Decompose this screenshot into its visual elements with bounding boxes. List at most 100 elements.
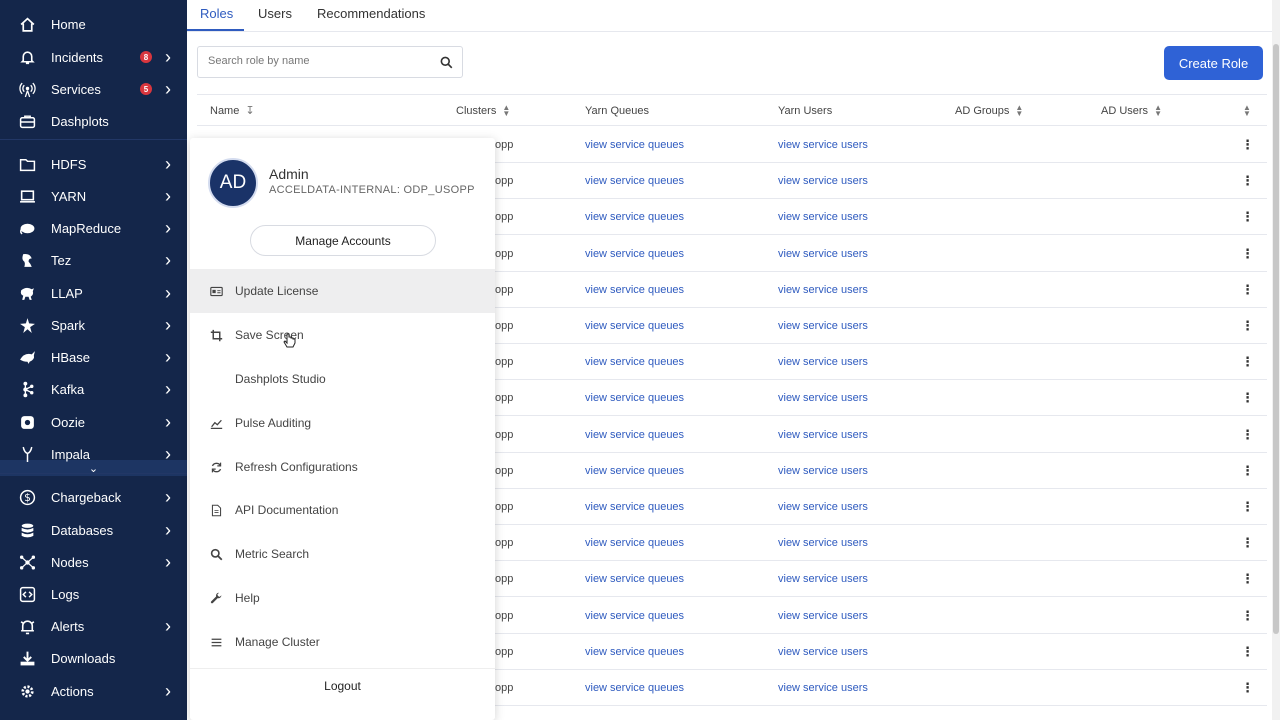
column-header-ad-users[interactable]: AD Users ▲ ▼ bbox=[1101, 104, 1162, 118]
view-service-users-link[interactable]: view service users bbox=[778, 501, 868, 513]
view-service-queues-link[interactable]: view service queues bbox=[585, 211, 684, 223]
menu-item-refresh-configurations[interactable]: Refresh Configurations bbox=[190, 445, 495, 489]
chevron-right-icon[interactable]: › bbox=[165, 412, 171, 433]
more-options-icon[interactable]: ⋮ bbox=[1241, 318, 1254, 334]
more-options-icon[interactable]: ⋮ bbox=[1241, 137, 1254, 153]
sidebar-item-nodes[interactable]: Nodes › bbox=[0, 546, 187, 578]
sort-icon[interactable]: ▲ ▼ bbox=[1243, 104, 1251, 118]
more-options-icon[interactable]: ⋮ bbox=[1241, 535, 1254, 551]
view-service-users-link[interactable]: view service users bbox=[778, 211, 868, 223]
more-options-icon[interactable]: ⋮ bbox=[1241, 644, 1254, 660]
menu-item-update-license[interactable]: Update License bbox=[190, 269, 495, 313]
view-service-users-link[interactable]: view service users bbox=[778, 139, 868, 151]
sidebar-item-yarn[interactable]: YARN › bbox=[0, 180, 187, 212]
menu-item-manage-cluster[interactable]: Manage Cluster bbox=[190, 620, 495, 664]
view-service-queues-link[interactable]: view service queues bbox=[585, 392, 684, 404]
more-options-icon[interactable]: ⋮ bbox=[1241, 680, 1254, 696]
sidebar-item-hbase[interactable]: HBase › bbox=[0, 341, 187, 373]
sidebar-item-llap[interactable]: LLAP › bbox=[0, 277, 187, 309]
sidebar-item-alerts[interactable]: Alerts › bbox=[0, 610, 187, 642]
view-service-users-link[interactable]: view service users bbox=[778, 392, 868, 404]
more-options-icon[interactable]: ⋮ bbox=[1241, 463, 1254, 479]
column-options[interactable]: ▲ ▼ bbox=[1237, 104, 1251, 118]
chevron-right-icon[interactable]: › bbox=[165, 444, 171, 465]
view-service-users-link[interactable]: view service users bbox=[778, 682, 868, 694]
view-service-users-link[interactable]: view service users bbox=[778, 320, 868, 332]
logout-button[interactable]: Logout bbox=[190, 668, 495, 702]
view-service-queues-link[interactable]: view service queues bbox=[585, 139, 684, 151]
view-service-users-link[interactable]: view service users bbox=[778, 610, 868, 622]
chevron-right-icon[interactable]: › bbox=[165, 552, 171, 573]
chevron-right-icon[interactable]: › bbox=[165, 487, 171, 508]
sort-icon[interactable]: ▲ ▼ bbox=[502, 104, 510, 118]
sort-icon[interactable]: ▲ ▼ bbox=[1015, 104, 1023, 118]
chevron-right-icon[interactable]: › bbox=[165, 250, 171, 271]
manage-accounts-button[interactable]: Manage Accounts bbox=[250, 225, 436, 256]
tab-users[interactable]: Users bbox=[258, 6, 292, 21]
chevron-right-icon[interactable]: › bbox=[165, 186, 171, 207]
search-icon[interactable] bbox=[440, 56, 453, 69]
chevron-right-icon[interactable]: › bbox=[165, 520, 171, 541]
search-input[interactable] bbox=[208, 55, 428, 67]
view-service-users-link[interactable]: view service users bbox=[778, 573, 868, 585]
sidebar-item-downloads[interactable]: Downloads bbox=[0, 642, 187, 674]
menu-item-save-screen[interactable]: Save Screen bbox=[190, 313, 495, 357]
sidebar-item-mapreduce[interactable]: MapReduce › bbox=[0, 212, 187, 244]
column-header-clusters[interactable]: Clusters ▲ ▼ bbox=[456, 104, 510, 118]
chevron-right-icon[interactable]: › bbox=[165, 47, 171, 68]
sidebar-item-logs[interactable]: Logs bbox=[0, 578, 187, 610]
view-service-queues-link[interactable]: view service queues bbox=[585, 501, 684, 513]
view-service-users-link[interactable]: view service users bbox=[778, 537, 868, 549]
more-options-icon[interactable]: ⋮ bbox=[1241, 173, 1254, 189]
chevron-right-icon[interactable]: › bbox=[165, 283, 171, 304]
sidebar-item-spark[interactable]: Spark › bbox=[0, 309, 187, 341]
column-header-name[interactable]: Name ↧ bbox=[210, 105, 255, 117]
more-options-icon[interactable]: ⋮ bbox=[1241, 282, 1254, 298]
sort-icon[interactable]: ▲ ▼ bbox=[1154, 104, 1162, 118]
sidebar-item-kafka[interactable]: Kafka › bbox=[0, 373, 187, 405]
view-service-queues-link[interactable]: view service queues bbox=[585, 429, 684, 441]
chevron-right-icon[interactable]: › bbox=[165, 379, 171, 400]
view-service-queues-link[interactable]: view service queues bbox=[585, 537, 684, 549]
chevron-right-icon[interactable]: › bbox=[165, 616, 171, 637]
view-service-queues-link[interactable]: view service queues bbox=[585, 465, 684, 477]
sidebar-item-services[interactable]: Services 5 › bbox=[0, 73, 187, 105]
sidebar-item-databases[interactable]: Databases › bbox=[0, 514, 187, 546]
chevron-right-icon[interactable]: › bbox=[165, 681, 171, 702]
more-options-icon[interactable]: ⋮ bbox=[1241, 354, 1254, 370]
tab-roles[interactable]: Roles bbox=[200, 6, 233, 21]
view-service-queues-link[interactable]: view service queues bbox=[585, 175, 684, 187]
menu-item-dashplots-studio[interactable]: Dashplots Studio bbox=[190, 357, 495, 401]
more-options-icon[interactable]: ⋮ bbox=[1241, 390, 1254, 406]
sidebar-item-oozie[interactable]: Oozie › bbox=[0, 406, 187, 438]
more-options-icon[interactable]: ⋮ bbox=[1241, 427, 1254, 443]
sort-desc-icon[interactable]: ↧ bbox=[245, 106, 254, 117]
more-options-icon[interactable]: ⋮ bbox=[1241, 608, 1254, 624]
view-service-users-link[interactable]: view service users bbox=[778, 248, 868, 260]
sidebar-item-hdfs[interactable]: HDFS › bbox=[0, 148, 187, 180]
chevron-right-icon[interactable]: › bbox=[165, 315, 171, 336]
chevron-right-icon[interactable]: › bbox=[165, 154, 171, 175]
tab-recommendations[interactable]: Recommendations bbox=[317, 6, 425, 21]
more-options-icon[interactable]: ⋮ bbox=[1241, 499, 1254, 515]
view-service-queues-link[interactable]: view service queues bbox=[585, 573, 684, 585]
sidebar-item-dashplots[interactable]: Dashplots bbox=[0, 105, 187, 137]
create-role-button[interactable]: Create Role bbox=[1164, 46, 1263, 80]
view-service-queues-link[interactable]: view service queues bbox=[585, 248, 684, 260]
menu-item-pulse-auditing[interactable]: Pulse Auditing bbox=[190, 401, 495, 445]
menu-item-help[interactable]: Help bbox=[190, 576, 495, 620]
column-header-ad-groups[interactable]: AD Groups ▲ ▼ bbox=[955, 104, 1023, 118]
sidebar-item-actions[interactable]: Actions › bbox=[0, 675, 187, 707]
scrollbar-thumb[interactable] bbox=[1273, 44, 1279, 634]
chevron-right-icon[interactable]: › bbox=[165, 347, 171, 368]
scrollbar[interactable] bbox=[1272, 0, 1280, 720]
sidebar-item-tez[interactable]: Tez › bbox=[0, 244, 187, 276]
more-options-icon[interactable]: ⋮ bbox=[1241, 209, 1254, 225]
view-service-users-link[interactable]: view service users bbox=[778, 284, 868, 296]
view-service-users-link[interactable]: view service users bbox=[778, 646, 868, 658]
view-service-queues-link[interactable]: view service queues bbox=[585, 284, 684, 296]
sidebar-item-incidents[interactable]: Incidents 8 › bbox=[0, 41, 187, 73]
chevron-right-icon[interactable]: › bbox=[165, 218, 171, 239]
chevron-right-icon[interactable]: › bbox=[165, 79, 171, 100]
view-service-queues-link[interactable]: view service queues bbox=[585, 610, 684, 622]
